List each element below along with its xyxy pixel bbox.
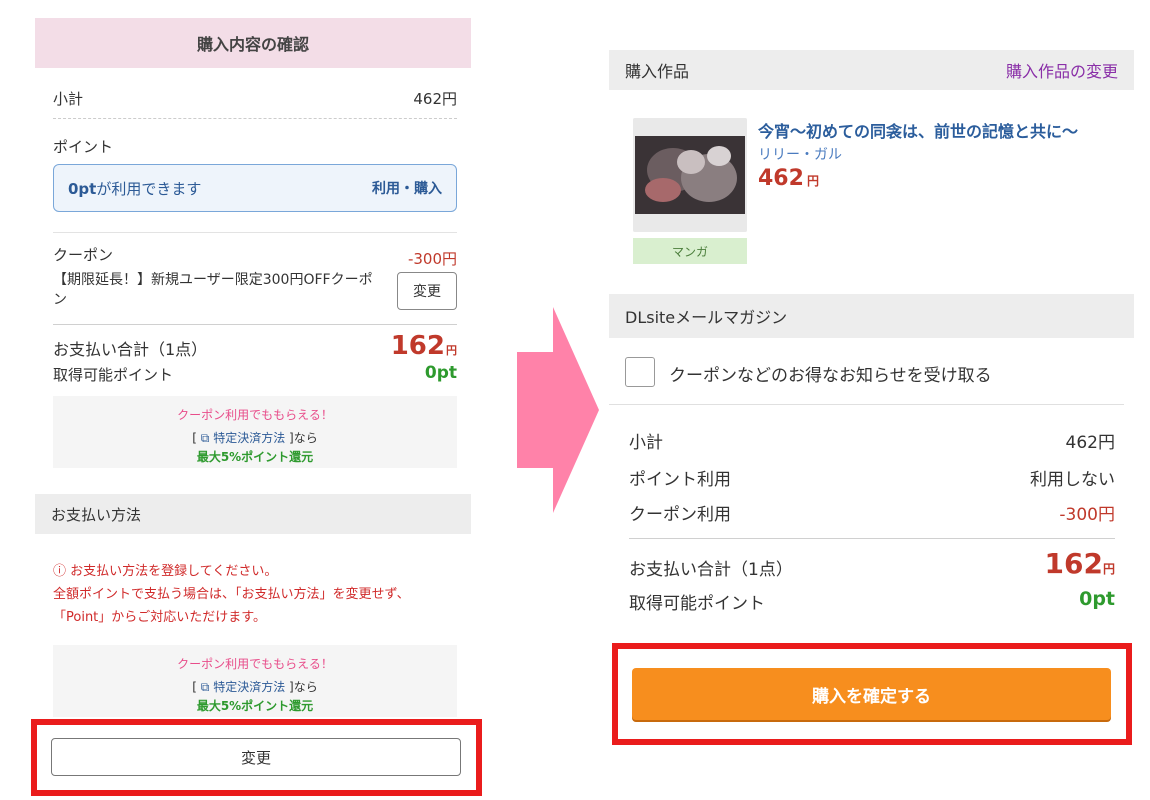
promo-reward: 最大5%ポイント還元 (196, 699, 314, 713)
point-use-box[interactable]: 0ptが利用できます 利用・購入 (53, 164, 457, 212)
coupon-amount: -300円 (407, 250, 457, 268)
point-label: ポイント (53, 138, 114, 156)
summary-label: クーポン利用 (629, 505, 731, 525)
promo-line: クーポン利用でももらえる！ (177, 657, 333, 671)
newsletter-checkbox-label[interactable]: クーポンなどのお得なお知らせを受け取る (669, 361, 992, 386)
summary-label: 小計 (629, 433, 663, 453)
summary-label: ポイント利用 (629, 470, 731, 490)
total-label: お支払い合計（1点） (53, 340, 208, 359)
highlight-frame (31, 719, 482, 796)
work-price: 462 円 (758, 166, 819, 191)
divider (53, 118, 457, 119)
coupon-name: 【期限延長！】新規ユーザー限定300円OFFクーポン (53, 272, 373, 308)
total-label: お支払い合計（1点） (629, 560, 793, 580)
newsletter-checkbox[interactable] (625, 357, 655, 387)
divider (609, 404, 1124, 405)
summary-row: クーポン利用 -300円 (629, 500, 1115, 525)
checkout-confirm-panel: 購入内容の確認 小計 462円 ポイント 0ptが利用できます 利用・購入 クー… (35, 0, 471, 800)
coupon-change-button[interactable]: 変更 (397, 272, 457, 310)
total-amount: 162円 (1044, 547, 1115, 580)
payment-method-header: お支払い方法 (35, 494, 471, 534)
newsletter-header: DLsiteメールマガジン (609, 294, 1134, 338)
purchase-items-title: 購入作品 (625, 62, 690, 81)
promo-link-line: [ ⧉ 特定決済方法 ]なら (192, 431, 318, 445)
work-author-link[interactable]: リリー・ガル (758, 144, 842, 164)
divider (629, 538, 1115, 539)
total-amount: 162円 (390, 331, 457, 361)
summary-row: ポイント利用 利用しない (629, 465, 1115, 490)
coupon-label: クーポン (53, 246, 114, 264)
earn-points-label: 取得可能ポイント (53, 366, 174, 384)
payment-warning: ⓘ お支払い方法を登録してください。 全額ポイントで支払う場合は、「お支払い方法… (53, 564, 410, 625)
external-link-icon: ⧉ (200, 680, 210, 694)
highlight-frame (612, 643, 1132, 745)
divider (53, 324, 457, 325)
promo-link-line: [ ⧉ 特定決済方法 ]なら (192, 680, 318, 694)
promo-reward: 最大5%ポイント還元 (196, 450, 314, 464)
promo-banner: クーポン利用でももらえる！ [ ⧉ 特定決済方法 ]なら 最大5%ポイント還元 (53, 645, 457, 717)
alert-icon: ⓘ (53, 564, 71, 579)
external-link-icon: ⧉ (200, 431, 210, 445)
work-title-link[interactable]: 今宵〜初めての同衾は、前世の記憶と共に〜 (758, 118, 1078, 142)
subtotal-row: 小計 462円 (53, 86, 457, 110)
summary-value: 利用しない (1030, 470, 1115, 490)
right-arrow-icon (517, 307, 599, 513)
earn-points-value: 0pt (1079, 588, 1115, 610)
summary-value: 462円 (1065, 433, 1115, 453)
promo-line: クーポン利用でももらえる！ (177, 408, 333, 422)
special-payment-link[interactable]: 特定決済方法 (213, 431, 285, 445)
work-cover-image[interactable] (633, 118, 747, 232)
earn-points-label: 取得可能ポイント (629, 594, 765, 614)
point-use-purchase-link[interactable]: 利用・購入 (372, 178, 442, 198)
page-title: 購入内容の確認 (35, 18, 471, 68)
purchase-items-header: 購入作品 購入作品の変更 (609, 50, 1134, 90)
point-available-text: 0ptが利用できます (68, 179, 202, 198)
earn-points-value: 0pt (424, 363, 457, 383)
subtotal-value: 462円 (413, 89, 457, 108)
change-items-link[interactable]: 購入作品の変更 (1006, 58, 1118, 82)
divider (53, 232, 457, 233)
genre-badge: マンガ (633, 238, 747, 264)
promo-banner: クーポン利用でももらえる！ [ ⧉ 特定決済方法 ]なら 最大5%ポイント還元 (53, 396, 457, 468)
summary-row: 小計 462円 (629, 428, 1115, 453)
subtotal-label: 小計 (53, 89, 84, 108)
summary-value: -300円 (1059, 505, 1115, 525)
special-payment-link[interactable]: 特定決済方法 (213, 680, 285, 694)
